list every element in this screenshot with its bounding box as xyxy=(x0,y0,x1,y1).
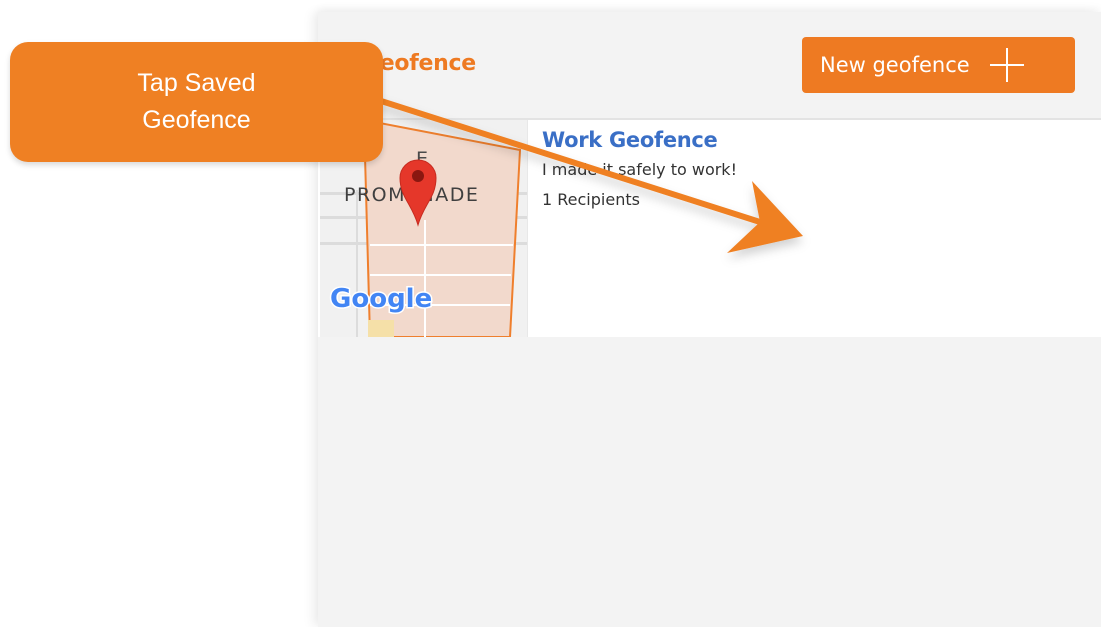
tap-saved-geofence-callout: Tap Saved Geofence xyxy=(10,42,383,162)
callout-line-1: Tap Saved xyxy=(137,69,256,97)
callout-line-2: Geofence xyxy=(142,106,251,134)
